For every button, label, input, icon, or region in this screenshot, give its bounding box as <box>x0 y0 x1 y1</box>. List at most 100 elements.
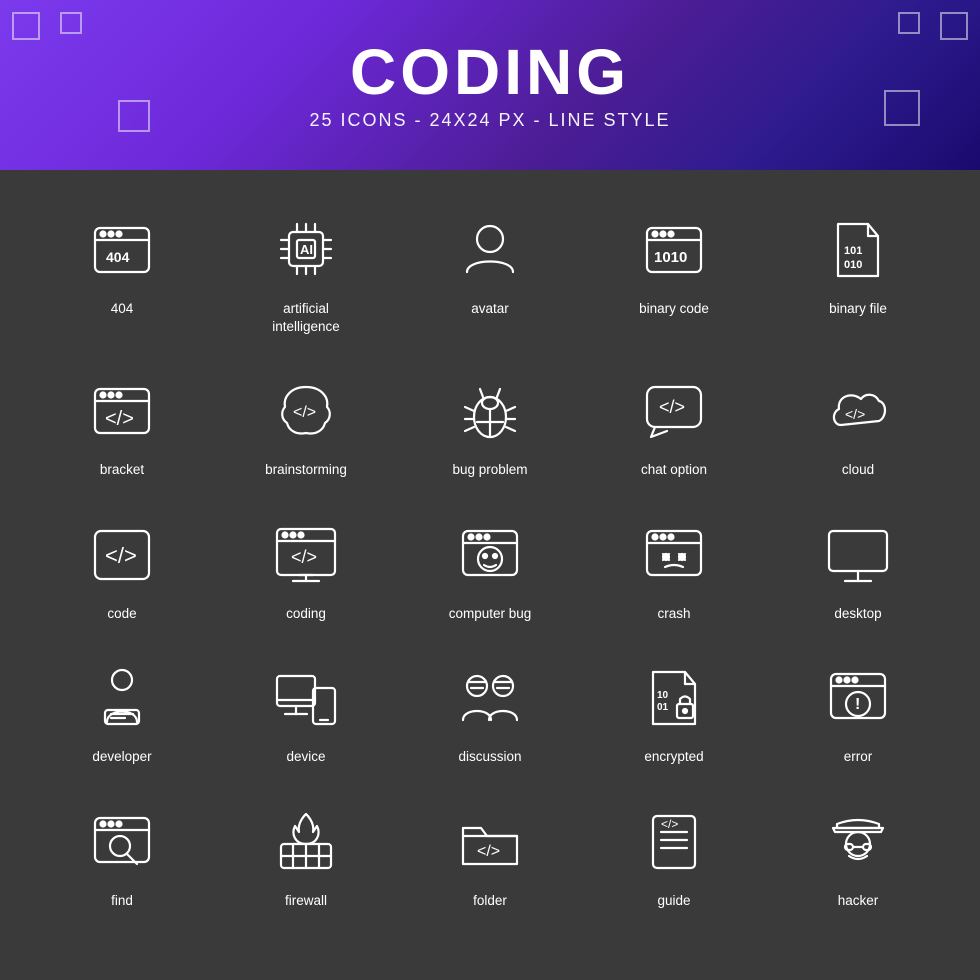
header: CODING 25 ICONS - 24X24 PX - LINE STYLE <box>0 0 980 170</box>
header-title: CODING <box>350 40 630 104</box>
icon-ai: AI <box>261 204 351 294</box>
deco-square-3 <box>118 100 150 132</box>
svg-text:</>: </> <box>477 843 500 860</box>
svg-text:101: 101 <box>844 245 862 257</box>
icon-label-bracket: bracket <box>100 461 144 479</box>
icon-label-binary-file: binary file <box>829 300 887 318</box>
icons-grid: 404 404 AI artificialintelligence a <box>0 170 980 935</box>
icon-guide: </> <box>629 796 719 886</box>
icon-bug-problem <box>445 365 535 455</box>
icon-label-desktop: desktop <box>834 605 881 623</box>
icon-item-discussion: discussion <box>398 638 582 772</box>
icon-label-avatar: avatar <box>471 300 509 318</box>
svg-text:</>: </> <box>105 543 137 568</box>
icon-hacker <box>813 796 903 886</box>
icon-label-find: find <box>111 892 133 910</box>
icon-label-coding: coding <box>286 605 326 623</box>
svg-text:404: 404 <box>106 249 130 265</box>
icon-label-chat-option: chat option <box>641 461 707 479</box>
icon-label-code: code <box>107 605 136 623</box>
icon-label-bug-problem: bug problem <box>452 461 527 479</box>
icon-item-guide: </> guide <box>582 782 766 916</box>
icon-404: 404 <box>77 204 167 294</box>
icon-label-device: device <box>286 748 325 766</box>
svg-text:</>: </> <box>659 397 685 417</box>
svg-text:01: 01 <box>657 702 669 713</box>
icon-item-folder: </> folder <box>398 782 582 916</box>
header-subtitle: 25 ICONS - 24X24 PX - LINE STYLE <box>309 110 670 131</box>
icon-computer-bug <box>445 509 535 599</box>
svg-text:10: 10 <box>657 690 669 701</box>
icon-encrypted: 10 01 <box>629 652 719 742</box>
icon-developer <box>77 652 167 742</box>
icon-item-bracket: </> bracket <box>30 351 214 485</box>
icon-item-firewall: firewall <box>214 782 398 916</box>
icon-item-cloud: </> cloud <box>766 351 950 485</box>
icon-discussion <box>445 652 535 742</box>
icon-item-find: find <box>30 782 214 916</box>
icon-label-error: error <box>844 748 873 766</box>
icon-label-crash: crash <box>657 605 690 623</box>
icon-code: </> <box>77 509 167 599</box>
icon-label-discussion: discussion <box>458 748 521 766</box>
icon-item-desktop: desktop <box>766 495 950 629</box>
svg-text:</>: </> <box>293 404 316 421</box>
icon-item-developer: developer <box>30 638 214 772</box>
icon-item-brainstorming: </> brainstorming <box>214 351 398 485</box>
icon-label-guide: guide <box>657 892 690 910</box>
icon-brainstorming: </> <box>261 365 351 455</box>
deco-square-1 <box>12 12 40 40</box>
svg-text:</>: </> <box>291 547 317 567</box>
icon-binary-code: 1010 <box>629 204 719 294</box>
icon-item-crash: crash <box>582 495 766 629</box>
deco-square-2 <box>60 12 82 34</box>
icon-label-cloud: cloud <box>842 461 874 479</box>
icon-chat-option: </> <box>629 365 719 455</box>
icon-cloud: </> <box>813 365 903 455</box>
svg-text:010: 010 <box>844 259 862 271</box>
icon-item-chat-option: </> chat option <box>582 351 766 485</box>
deco-square-5 <box>898 12 920 34</box>
icon-item-binary-file: 101 010 binary file <box>766 190 950 341</box>
icon-item-coding: </> coding <box>214 495 398 629</box>
icon-crash <box>629 509 719 599</box>
svg-text:</>: </> <box>105 408 134 430</box>
icon-item-code: </> code <box>30 495 214 629</box>
icon-item-404: 404 404 <box>30 190 214 341</box>
icon-item-binary-code: 1010 binary code <box>582 190 766 341</box>
icon-label-ai: artificialintelligence <box>272 300 340 335</box>
icon-label-404: 404 <box>111 300 134 318</box>
icon-desktop <box>813 509 903 599</box>
icon-item-device: device <box>214 638 398 772</box>
icon-folder: </> <box>445 796 535 886</box>
icon-error: ! <box>813 652 903 742</box>
icon-item-avatar: avatar <box>398 190 582 341</box>
svg-text:</>: </> <box>661 817 678 831</box>
icon-label-developer: developer <box>92 748 151 766</box>
icon-item-computer-bug: computer bug <box>398 495 582 629</box>
svg-text:AI: AI <box>300 242 313 257</box>
icon-label-folder: folder <box>473 892 507 910</box>
icon-item-encrypted: 10 01 encrypted <box>582 638 766 772</box>
svg-text:</>: </> <box>845 406 865 422</box>
icon-binary-file: 101 010 <box>813 204 903 294</box>
icon-label-hacker: hacker <box>838 892 879 910</box>
deco-square-6 <box>884 90 920 126</box>
icon-label-brainstorming: brainstorming <box>265 461 347 479</box>
icon-firewall <box>261 796 351 886</box>
icon-item-bug-problem: bug problem <box>398 351 582 485</box>
deco-square-4 <box>940 12 968 40</box>
icon-avatar <box>445 204 535 294</box>
icon-item-ai: AI artificialintelligence <box>214 190 398 341</box>
icon-coding: </> <box>261 509 351 599</box>
icon-label-binary-code: binary code <box>639 300 709 318</box>
icon-item-hacker: hacker <box>766 782 950 916</box>
icon-bracket: </> <box>77 365 167 455</box>
icon-label-computer-bug: computer bug <box>449 605 532 623</box>
icon-find <box>77 796 167 886</box>
icon-device <box>261 652 351 742</box>
svg-text:1010: 1010 <box>654 249 687 266</box>
icon-item-error: ! error <box>766 638 950 772</box>
icon-label-encrypted: encrypted <box>644 748 703 766</box>
svg-text:!: ! <box>855 696 860 713</box>
